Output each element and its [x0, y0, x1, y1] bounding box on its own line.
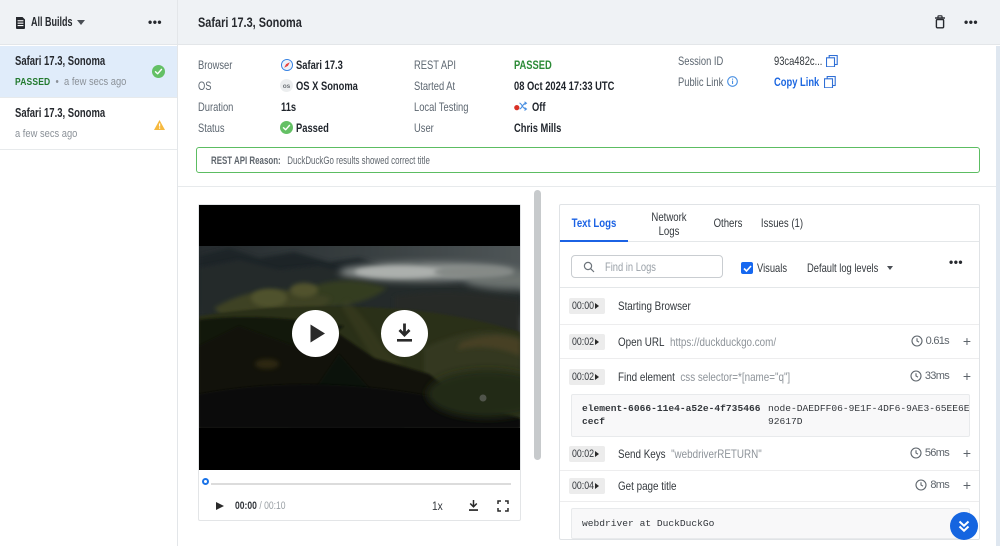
svg-text:os: os	[283, 83, 291, 90]
